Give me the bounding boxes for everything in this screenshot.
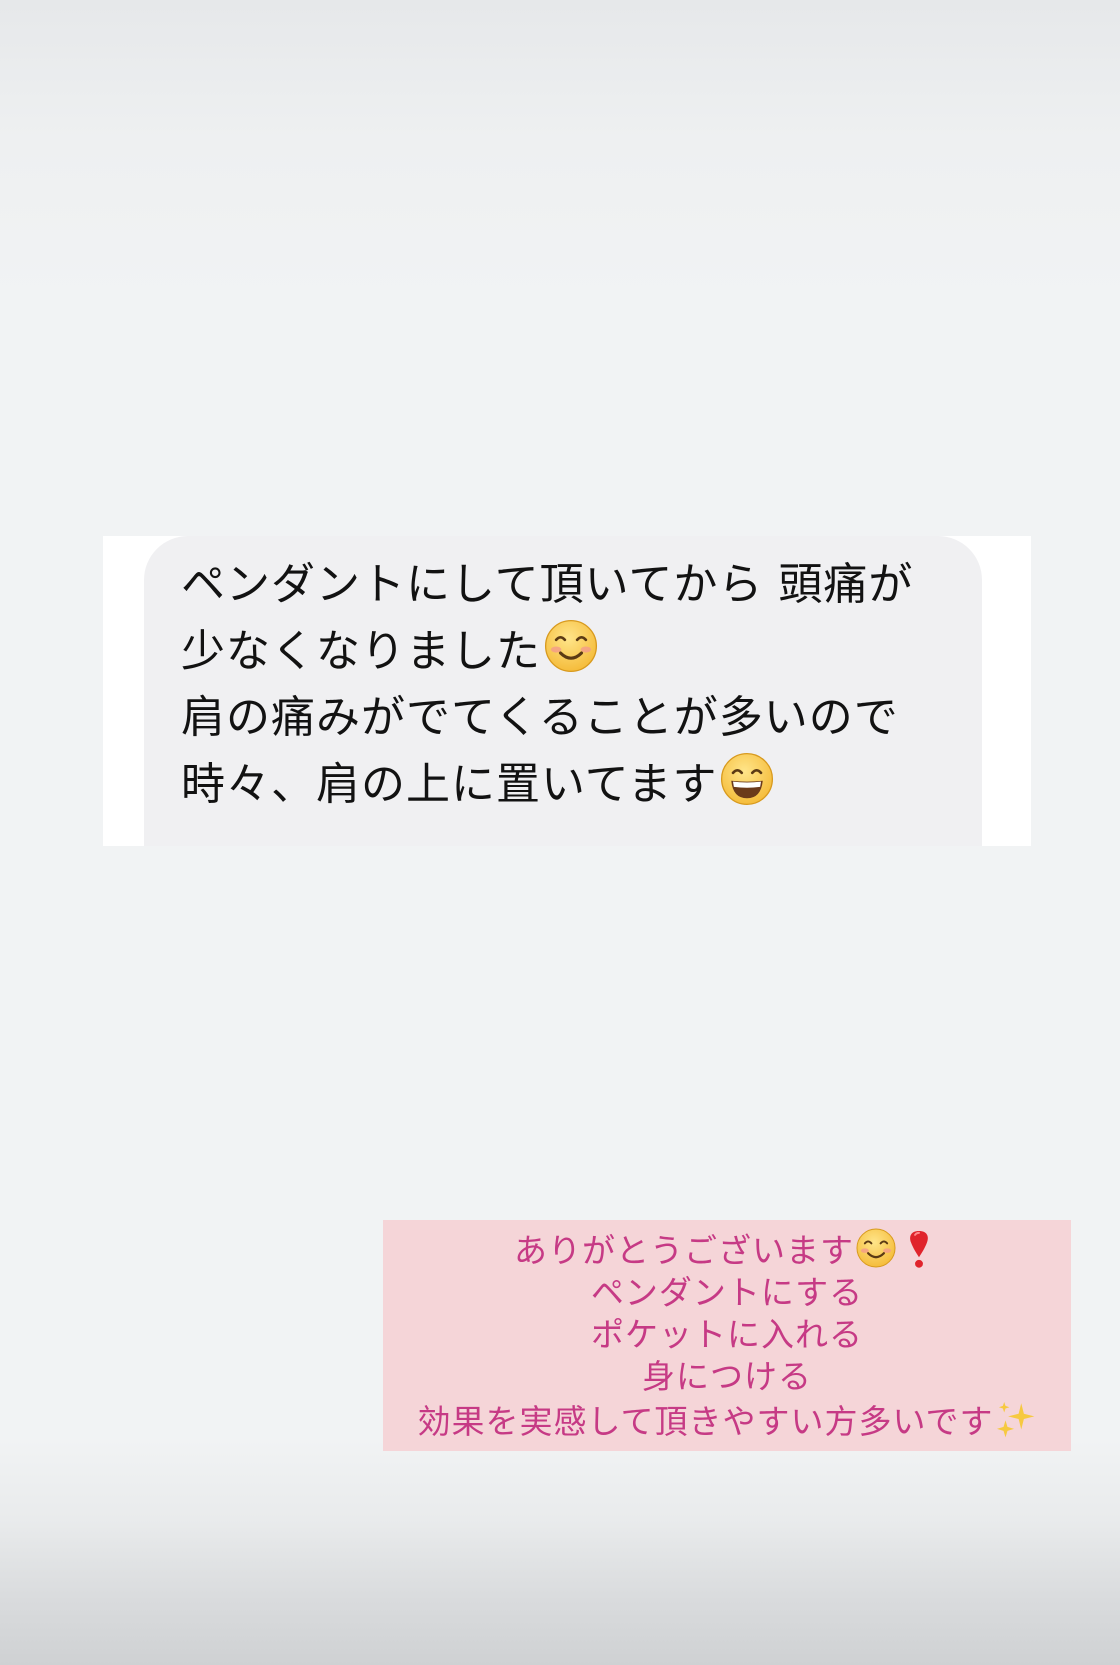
reply-line-text: ポケットに入れる [591, 1315, 863, 1354]
message-line-text: 時々、肩の上に置いてます [181, 759, 718, 810]
message-text: ペンダントにして頂いてから 頭痛が 少なくなりました 肩の痛みがでてくることが多… [181, 552, 981, 818]
reply-line-text: ありがとうございます [514, 1231, 854, 1270]
message-line-text: 少なくなりました [181, 626, 541, 677]
reply-line-text: 身につける [642, 1357, 812, 1396]
reply-caption: ありがとうございます ペンダントにする ポケットに入れる 身につける 効果を実感… [383, 1220, 1071, 1451]
smiling-face-icon [544, 619, 598, 673]
message-line-text: 肩の痛みがでてくることが多いので [181, 692, 899, 743]
reply-line-text: ペンダントにする [590, 1273, 864, 1312]
reply-line: 効果を実感して頂きやすい方多いです [383, 1398, 1071, 1443]
message-line: 時々、肩の上に置いてます [181, 751, 981, 818]
red-exclamation-icon [910, 1230, 928, 1268]
message-line: ペンダントにして頂いてから 頭痛が [181, 552, 981, 618]
reply-text: ありがとうございます ペンダントにする ポケットに入れる 身につける 効果を実感… [383, 1227, 1071, 1443]
sparkles-icon [996, 1401, 1034, 1438]
message-line: 肩の痛みがでてくることが多いので [181, 685, 981, 751]
reply-line: 身につける [383, 1356, 1071, 1398]
reply-line: ありがとうございます [383, 1227, 1071, 1272]
message-line-text: ペンダントにして頂いてから 頭痛が [181, 559, 914, 610]
grinning-face-icon [721, 752, 774, 806]
reply-line-text: 効果を実感して頂きやすい方多いです [417, 1402, 994, 1441]
message-line: 少なくなりました [181, 618, 981, 685]
quoted-message: ペンダントにして頂いてから 頭痛が 少なくなりました 肩の痛みがでてくることが多… [103, 536, 1031, 846]
reply-line: ポケットに入れる [383, 1314, 1071, 1356]
reply-line: ペンダントにする [383, 1272, 1071, 1314]
smiling-face-icon [856, 1228, 896, 1268]
message-bubble: ペンダントにして頂いてから 頭痛が 少なくなりました 肩の痛みがでてくることが多… [144, 536, 982, 846]
